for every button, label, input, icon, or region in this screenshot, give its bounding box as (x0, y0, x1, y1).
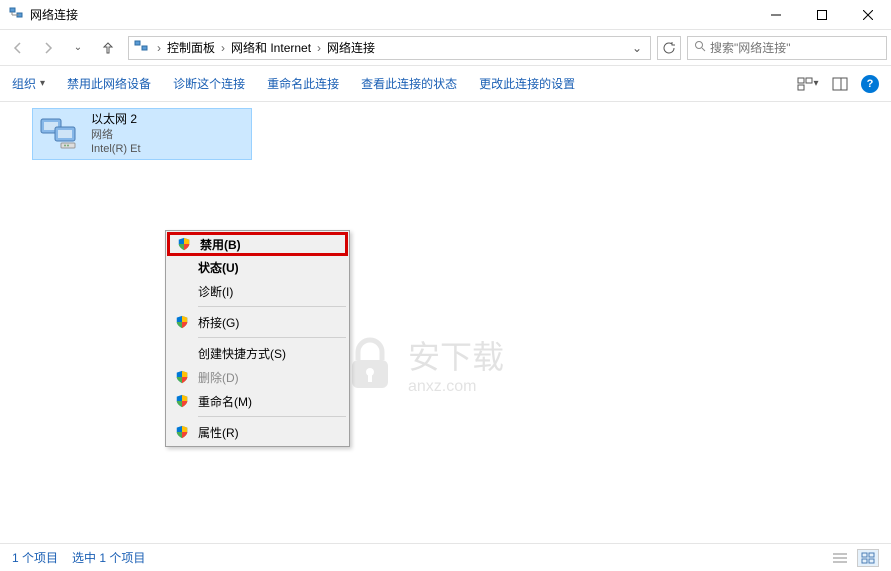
menu-item-4[interactable]: 桥接(G) (168, 310, 347, 334)
menu-item-label: 创建快捷方式(S) (198, 345, 286, 362)
searchbox[interactable] (687, 36, 887, 60)
statusbar-right (829, 549, 879, 567)
menu-separator (198, 337, 346, 338)
network-connections-icon (8, 5, 24, 24)
menu-separator (198, 306, 346, 307)
window-title: 网络连接 (30, 6, 78, 23)
up-button[interactable] (94, 34, 122, 62)
toolbar-status[interactable]: 查看此连接的状态 (361, 75, 457, 92)
toolbar-settings[interactable]: 更改此连接的设置 (479, 75, 575, 92)
addressbar[interactable]: › 控制面板 › 网络和 Internet › 网络连接 ⌄ (128, 36, 651, 60)
blank-icon (174, 259, 190, 275)
toolbar-right: ▾ ? (797, 73, 879, 95)
menu-item-8[interactable]: 重命名(M) (168, 389, 347, 413)
watermark-main: 安下载 (408, 332, 504, 378)
refresh-button[interactable] (657, 36, 681, 60)
breadcrumb-network-internet[interactable]: 网络和 Internet (229, 39, 313, 56)
window-controls (753, 0, 891, 30)
toolbar: 组织 ▾ 禁用此网络设备 诊断这个连接 重命名此连接 查看此连接的状态 更改此连… (0, 66, 891, 102)
breadcrumb-sep-icon: › (217, 41, 229, 55)
menu-item-label: 状态(U) (198, 259, 239, 276)
menu-item-7: 删除(D) (168, 365, 347, 389)
back-button[interactable] (4, 34, 32, 62)
close-button[interactable] (845, 0, 891, 30)
menu-item-label: 删除(D) (198, 369, 239, 386)
ethernet-adapter-icon (37, 113, 83, 155)
preview-pane-icon[interactable] (829, 73, 851, 95)
watermark: 安下载 anxz.com (340, 332, 504, 396)
menu-item-2[interactable]: 诊断(I) (168, 279, 347, 303)
large-icons-view-button[interactable] (857, 549, 879, 567)
menu-item-label: 属性(R) (198, 424, 239, 441)
minimize-button[interactable] (753, 0, 799, 30)
menu-item-0[interactable]: 禁用(B) (167, 232, 348, 256)
status-item-count: 1 个项目 (12, 549, 58, 566)
toolbar-rename[interactable]: 重命名此连接 (267, 75, 339, 92)
search-input[interactable] (710, 41, 880, 55)
breadcrumb-control-panel[interactable]: 控制面板 (165, 39, 217, 56)
statusbar: 1 个项目 选中 1 个项目 (0, 543, 891, 571)
toolbar-diagnose[interactable]: 诊断这个连接 (173, 75, 245, 92)
menu-item-label: 桥接(G) (198, 314, 239, 331)
shield-icon (174, 393, 190, 409)
menu-item-label: 诊断(I) (198, 283, 233, 300)
context-menu: 禁用(B) 状态(U) 诊断(I) 桥接(G) 创建快捷方式(S) 删除(D) 重命名(M)… (165, 230, 350, 447)
shield-icon (174, 369, 190, 385)
menu-item-6[interactable]: 创建快捷方式(S) (168, 341, 347, 365)
breadcrumb-network-connections[interactable]: 网络连接 (325, 39, 377, 56)
help-icon[interactable]: ? (861, 75, 879, 93)
adapter-status: 网络 (91, 128, 141, 142)
breadcrumb-sep-icon: › (313, 41, 325, 55)
navbar: ⌄ › 控制面板 › 网络和 Internet › 网络连接 ⌄ (0, 30, 891, 66)
view-options-icon[interactable]: ▾ (797, 73, 819, 95)
toolbar-disable[interactable]: 禁用此网络设备 (67, 75, 151, 92)
titlebar-left: 网络连接 (0, 5, 78, 24)
shield-icon (174, 314, 190, 330)
menu-separator (198, 416, 346, 417)
titlebar: 网络连接 (0, 0, 891, 30)
organize-button[interactable]: 组织 ▾ (12, 75, 45, 92)
maximize-button[interactable] (799, 0, 845, 30)
forward-button[interactable] (34, 34, 62, 62)
details-view-button[interactable] (829, 549, 851, 567)
content-area: 以太网 2 网络 Intel(R) Et 禁用(B) 状态(U) 诊断(I) 桥接(G… (0, 102, 891, 542)
network-adapter-text: 以太网 2 网络 Intel(R) Et (91, 112, 141, 156)
menu-item-label: 禁用(B) (200, 236, 241, 253)
shield-icon (176, 236, 192, 252)
menu-item-10[interactable]: 属性(R) (168, 420, 347, 444)
status-selected: 选中 1 个项目 (72, 549, 145, 566)
blank-icon (174, 283, 190, 299)
addressbar-icon (133, 38, 149, 57)
breadcrumb-sep-icon: › (153, 41, 165, 55)
menu-item-1[interactable]: 状态(U) (168, 255, 347, 279)
watermark-sub: anxz.com (408, 378, 504, 396)
blank-icon (174, 345, 190, 361)
adapter-description: Intel(R) Et (91, 142, 141, 156)
network-adapter-item[interactable]: 以太网 2 网络 Intel(R) Et (32, 108, 252, 160)
addressbar-dropdown[interactable]: ⌄ (628, 41, 646, 55)
shield-icon (174, 424, 190, 440)
recent-dropdown[interactable]: ⌄ (64, 34, 92, 62)
menu-item-label: 重命名(M) (198, 393, 252, 410)
adapter-name: 以太网 2 (91, 112, 141, 128)
search-icon (694, 40, 706, 55)
